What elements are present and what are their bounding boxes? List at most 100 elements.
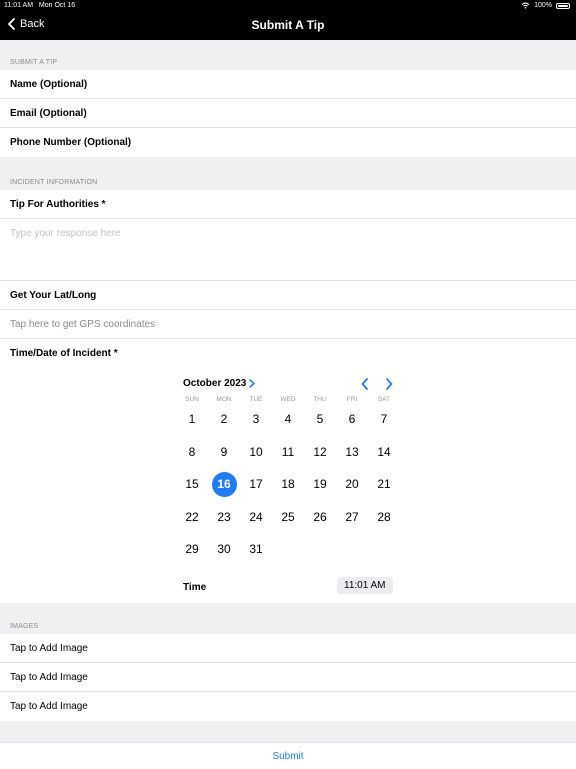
- next-month-icon[interactable]: [385, 378, 393, 390]
- calendar-day[interactable]: 22: [176, 501, 208, 534]
- calendar-day[interactable]: 30: [208, 533, 240, 566]
- calendar-day-number: 28: [377, 509, 391, 524]
- calendar-day[interactable]: 26: [304, 501, 336, 534]
- weekday-label: THU: [313, 396, 327, 403]
- section-header-images: IMAGES: [10, 623, 39, 630]
- name-field[interactable]: Name (Optional): [0, 70, 576, 99]
- calendar-day-number: 1: [188, 412, 196, 427]
- calendar-day[interactable]: 2: [208, 403, 240, 436]
- calendar-day-number: 15: [185, 477, 199, 492]
- weekday-label: SAT: [377, 396, 391, 403]
- battery-percent: 100%: [534, 2, 552, 9]
- datetime-label-row: Time/Date of Incident *: [0, 339, 576, 368]
- calendar-day[interactable]: 20: [336, 468, 368, 501]
- weekday-label: TUE: [249, 396, 263, 403]
- calendar-day-number: 5: [316, 412, 324, 427]
- calendar-day-number: 31: [249, 542, 263, 557]
- submit-bar: Submit: [0, 742, 576, 769]
- calendar-day-number: 10: [249, 444, 263, 459]
- calendar-day[interactable]: 15: [176, 468, 208, 501]
- calendar-day[interactable]: 31: [240, 533, 272, 566]
- weekday-label: FRI: [346, 396, 358, 403]
- calendar-day[interactable]: 17: [240, 468, 272, 501]
- calendar-day-number: 13: [345, 444, 359, 459]
- calendar-day[interactable]: 21: [368, 468, 400, 501]
- chevron-right-small-icon: [249, 379, 256, 388]
- calendar-day-number: 21: [377, 477, 391, 492]
- calendar-day[interactable]: 11: [272, 436, 304, 469]
- calendar-day[interactable]: 23: [208, 501, 240, 534]
- calendar-day[interactable]: 13: [336, 436, 368, 469]
- month-selector[interactable]: October 2023: [183, 378, 256, 389]
- tip-response-input[interactable]: Type your response here: [0, 219, 576, 281]
- calendar-day[interactable]: 10: [240, 436, 272, 469]
- calendar-day-number: 14: [377, 444, 391, 459]
- calendar-day[interactable]: 9: [208, 436, 240, 469]
- calendar-day-number: 29: [185, 542, 199, 557]
- calendar-days-grid: 1 2 3 4 5 6 7 8 9 10 11 12 13 14 15 16 17 18 19 20 21 22 23 24 2…: [176, 403, 393, 566]
- gps-placeholder: Tap here to get GPS coordinates: [10, 319, 156, 330]
- calendar-day[interactable]: 3: [240, 403, 272, 436]
- month-label: October 2023: [183, 378, 247, 389]
- calendar-day-number: 7: [380, 412, 388, 427]
- add-image-button-2[interactable]: Tap to Add Image: [0, 663, 576, 692]
- calendar-day-number: 6: [348, 412, 356, 427]
- add-image-label: Tap to Add Image: [10, 701, 88, 712]
- calendar-day[interactable]: 24: [240, 501, 272, 534]
- calendar-day[interactable]: 29: [176, 533, 208, 566]
- calendar-day[interactable]: 1: [176, 403, 208, 436]
- weekday-label: WED: [280, 396, 296, 403]
- email-field[interactable]: Email (Optional): [0, 99, 576, 128]
- add-image-button-3[interactable]: Tap to Add Image: [0, 692, 576, 721]
- calendar-day[interactable]: 27: [336, 501, 368, 534]
- calendar-day-number: 30: [217, 542, 231, 557]
- calendar-day[interactable]: 12: [304, 436, 336, 469]
- status-time-date: 11:01 AM Mon Oct 16: [4, 2, 76, 9]
- status-right: 100%: [521, 2, 570, 9]
- calendar-day-number: 11: [281, 444, 295, 459]
- submit-button[interactable]: Submit: [0, 751, 576, 762]
- email-label: Email (Optional): [10, 108, 87, 119]
- calendar-day-number: 9: [220, 444, 228, 459]
- calendar-day-number: 16: [217, 477, 231, 492]
- status-bar: 11:01 AM Mon Oct 16 100%: [0, 0, 576, 12]
- add-image-button-1[interactable]: Tap to Add Image: [0, 634, 576, 663]
- images-group: Tap to Add Image Tap to Add Image Tap to…: [0, 634, 576, 721]
- calendar-day-number: 27: [345, 509, 359, 524]
- calendar-day-number: 17: [249, 477, 263, 492]
- tip-label-row: Tip For Authorities *: [0, 190, 576, 219]
- calendar-day[interactable]: 4: [272, 403, 304, 436]
- phone-field[interactable]: Phone Number (Optional): [0, 128, 576, 157]
- calendar-day[interactable]: 5: [304, 403, 336, 436]
- calendar-day[interactable]: 25: [272, 501, 304, 534]
- calendar-day[interactable]: 18: [272, 468, 304, 501]
- month-nav: [361, 378, 393, 390]
- calendar-day-number: 20: [345, 477, 359, 492]
- calendar-day[interactable]: 16: [208, 468, 240, 501]
- calendar-day[interactable]: 7: [368, 403, 400, 436]
- previous-month-icon[interactable]: [361, 378, 369, 390]
- gps-coordinates-button[interactable]: Tap here to get GPS coordinates: [0, 310, 576, 339]
- weekday-label: MON: [216, 396, 232, 403]
- calendar-day-number: 3: [252, 412, 260, 427]
- time-label: Time: [183, 582, 207, 593]
- calendar-day-number: 22: [185, 509, 199, 524]
- calendar-day[interactable]: 19: [304, 468, 336, 501]
- calendar-day[interactable]: 28: [368, 501, 400, 534]
- add-image-label: Tap to Add Image: [10, 643, 88, 654]
- calendar-day-number: 18: [281, 477, 295, 492]
- submit-tip-group: Name (Optional) Email (Optional) Phone N…: [0, 70, 576, 157]
- calendar-day-number: 26: [313, 509, 327, 524]
- time-picker-button[interactable]: 11:01 AM: [337, 577, 393, 594]
- navigation-bar: Back Submit A Tip: [0, 12, 576, 40]
- date-picker: October 2023 SUN MON TUE WED THU FRI SAT 12345…: [183, 376, 393, 566]
- add-image-label: Tap to Add Image: [10, 672, 88, 683]
- name-label: Name (Optional): [10, 79, 88, 90]
- calendar-day-number: 2: [220, 412, 228, 427]
- calendar-day[interactable]: 6: [336, 403, 368, 436]
- weekday-label: SUN: [185, 396, 199, 403]
- calendar-day[interactable]: 8: [176, 436, 208, 469]
- calendar-day-number: 23: [217, 509, 231, 524]
- tip-placeholder: Type your response here: [10, 228, 121, 239]
- calendar-day[interactable]: 14: [368, 436, 400, 469]
